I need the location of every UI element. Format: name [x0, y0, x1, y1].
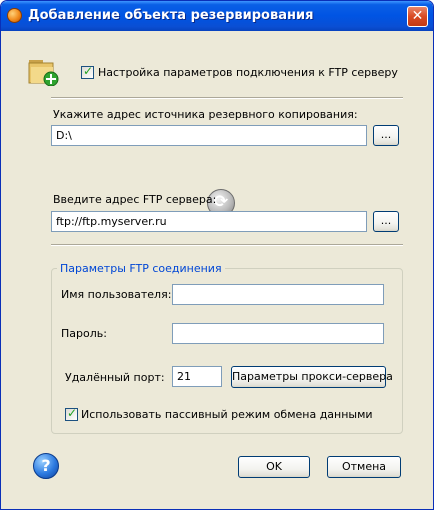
- connection-group-title: Параметры FTP соединения: [57, 262, 225, 275]
- ftp-settings-label: Настройка параметров подключения к FTP с…: [98, 66, 398, 79]
- ftp-settings-checkbox[interactable]: ✓: [81, 64, 94, 79]
- close-icon: ✕: [411, 8, 424, 24]
- cancel-button[interactable]: Отмена: [327, 456, 401, 478]
- window-title: Добавление объекта резервирования: [28, 8, 314, 23]
- ok-button[interactable]: OK: [238, 456, 310, 478]
- separator: [51, 97, 403, 99]
- password-input[interactable]: [172, 323, 384, 344]
- close-button[interactable]: ✕: [407, 6, 428, 27]
- check-mark-icon: ✓: [83, 64, 94, 78]
- dialog-body: ✓ Настройка параметров подключения к FTP…: [5, 31, 429, 505]
- passive-mode-label: Использовать пассивный режим обмена данн…: [81, 408, 373, 421]
- app-icon: [7, 8, 22, 23]
- check-mark-icon: ✓: [67, 406, 78, 420]
- ftp-server-input[interactable]: ftp://ftp.myserver.ru: [51, 211, 367, 232]
- source-path-input[interactable]: D:\: [51, 125, 367, 146]
- port-label: Удалённый порт:: [65, 371, 165, 384]
- source-label: Укажите адрес источника резервного копир…: [53, 108, 358, 121]
- ftp-browse-button[interactable]: ...: [373, 211, 399, 232]
- passive-mode-checkbox[interactable]: ✓: [65, 406, 78, 421]
- title-bar[interactable]: Добавление объекта резервирования ✕: [1, 1, 433, 31]
- dialog-window: Добавление объекта резервирования ✕ ✓ На…: [0, 0, 434, 510]
- proxy-settings-button[interactable]: Параметры прокси-сервера: [231, 366, 393, 388]
- source-browse-button[interactable]: ...: [373, 125, 399, 146]
- username-label: Имя пользователя:: [61, 288, 172, 301]
- help-icon[interactable]: ?: [33, 453, 59, 479]
- password-label: Пароль:: [61, 327, 107, 340]
- folder-add-icon: [28, 60, 59, 86]
- ftp-server-label: Введите адрес FTP сервера:: [53, 193, 217, 206]
- port-input[interactable]: 21: [172, 366, 222, 387]
- username-input[interactable]: [172, 284, 384, 305]
- separator: [51, 244, 403, 246]
